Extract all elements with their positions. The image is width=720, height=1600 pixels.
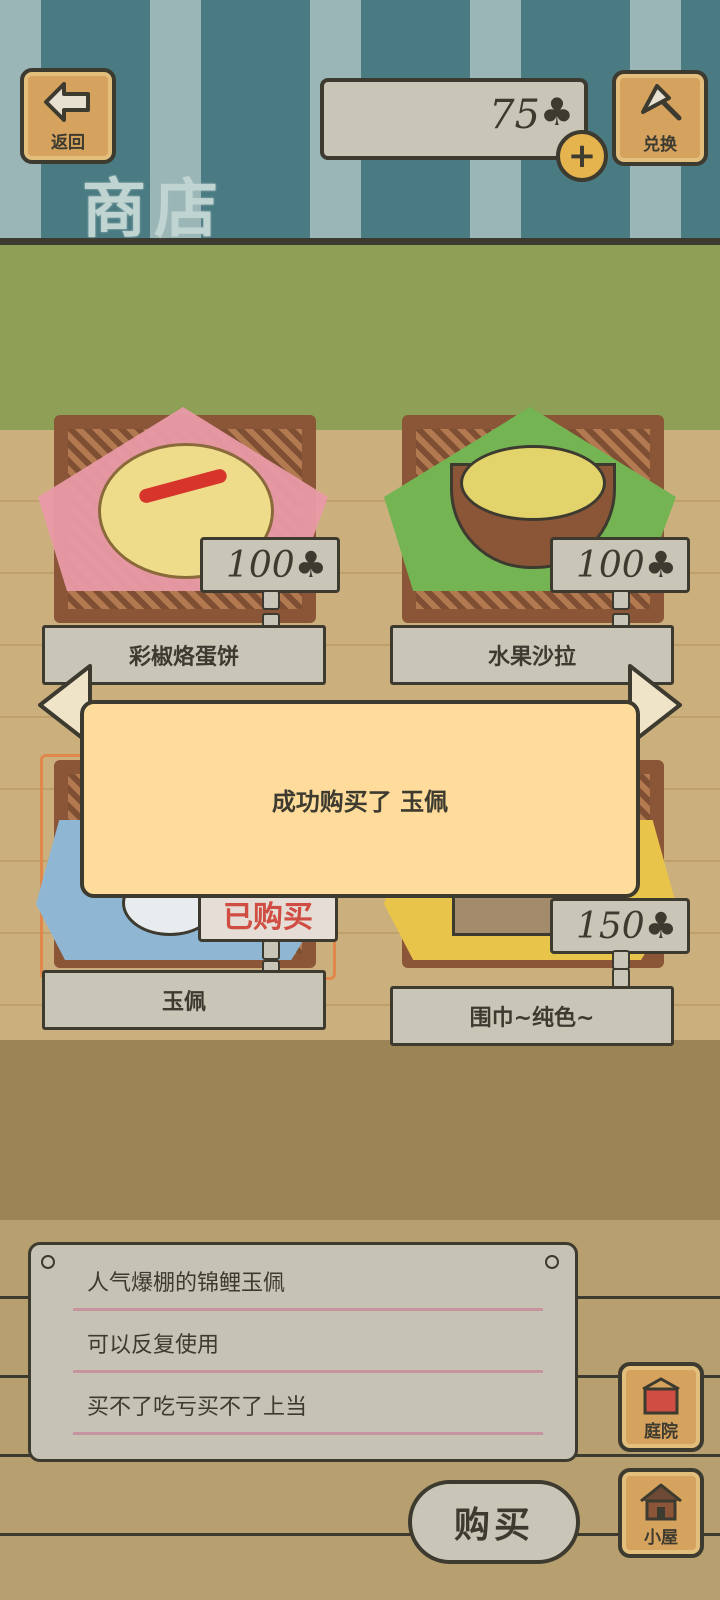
item-card[interactable]: 100 ♣ 水果沙拉 xyxy=(384,407,690,695)
sold-label: 已购买 xyxy=(223,900,313,935)
wood-floor-lower xyxy=(0,1040,720,1220)
clover-icon: ♣ xyxy=(644,544,677,586)
description-board: 人气爆棚的锦鲤玉佩 可以反复使用 买不了吃亏买不了上当 xyxy=(28,1242,578,1462)
price-value: 100 xyxy=(576,544,645,586)
currency-display: 75 ♣ xyxy=(320,78,588,160)
description-line: 买不了吃亏买不了上当 xyxy=(73,1377,543,1435)
item-name: 彩椒烙蛋饼 xyxy=(128,645,239,670)
shop-title: 商店 xyxy=(82,173,226,247)
exchange-button[interactable]: 兑换 xyxy=(612,70,708,166)
price-tag: 150 ♣ xyxy=(550,898,690,954)
price-value: 100 xyxy=(226,544,295,586)
item-name: 围巾~纯色~ xyxy=(469,1006,595,1031)
back-arrow-icon xyxy=(44,81,90,122)
back-button[interactable]: 返回 xyxy=(20,68,116,164)
item-name-plate: 玉佩 xyxy=(42,970,326,1030)
purchase-success-popup[interactable]: 成功购买了 玉佩 xyxy=(80,700,640,898)
grass-background xyxy=(0,245,720,435)
exchange-icon xyxy=(641,83,682,120)
plus-icon: + xyxy=(567,136,597,176)
item-name-plate: 围巾~纯色~ xyxy=(390,986,674,1046)
item-name: 玉佩 xyxy=(161,990,206,1015)
buy-button[interactable]: 购买 xyxy=(408,1480,580,1564)
price-tag: 100 ♣ xyxy=(200,537,340,593)
yard-button[interactable]: 庭院 xyxy=(618,1362,704,1452)
yard-gate-icon xyxy=(642,1377,680,1415)
back-label: 返回 xyxy=(51,132,85,153)
tag-peg xyxy=(262,940,280,960)
add-currency-button[interactable]: + xyxy=(556,130,608,182)
item-name: 水果沙拉 xyxy=(487,645,576,670)
description-line: 可以反复使用 xyxy=(73,1315,543,1373)
item-card[interactable]: 100 ♣ 彩椒烙蛋饼 xyxy=(38,407,340,695)
price-tag: 100 ♣ xyxy=(550,537,690,593)
clover-icon: ♣ xyxy=(539,90,574,134)
clover-icon: ♣ xyxy=(294,544,327,586)
tag-peg xyxy=(612,590,630,610)
exchange-label: 兑换 xyxy=(643,134,677,155)
tag-peg xyxy=(612,950,630,970)
house-button[interactable]: 小屋 xyxy=(618,1468,704,1558)
nail xyxy=(545,1255,559,1269)
tag-peg xyxy=(612,968,630,988)
yard-label: 庭院 xyxy=(644,1422,678,1442)
tag-peg xyxy=(262,590,280,610)
description-line: 人气爆棚的锦鲤玉佩 xyxy=(73,1253,543,1311)
currency-value: 75 xyxy=(489,92,540,138)
nail xyxy=(41,1255,55,1269)
popup-message: 成功购买了 玉佩 xyxy=(271,787,449,816)
clover-icon: ♣ xyxy=(644,905,677,947)
house-icon xyxy=(640,1483,682,1521)
price-value: 150 xyxy=(576,905,645,947)
house-label: 小屋 xyxy=(644,1528,678,1548)
fruit-image xyxy=(460,445,606,521)
